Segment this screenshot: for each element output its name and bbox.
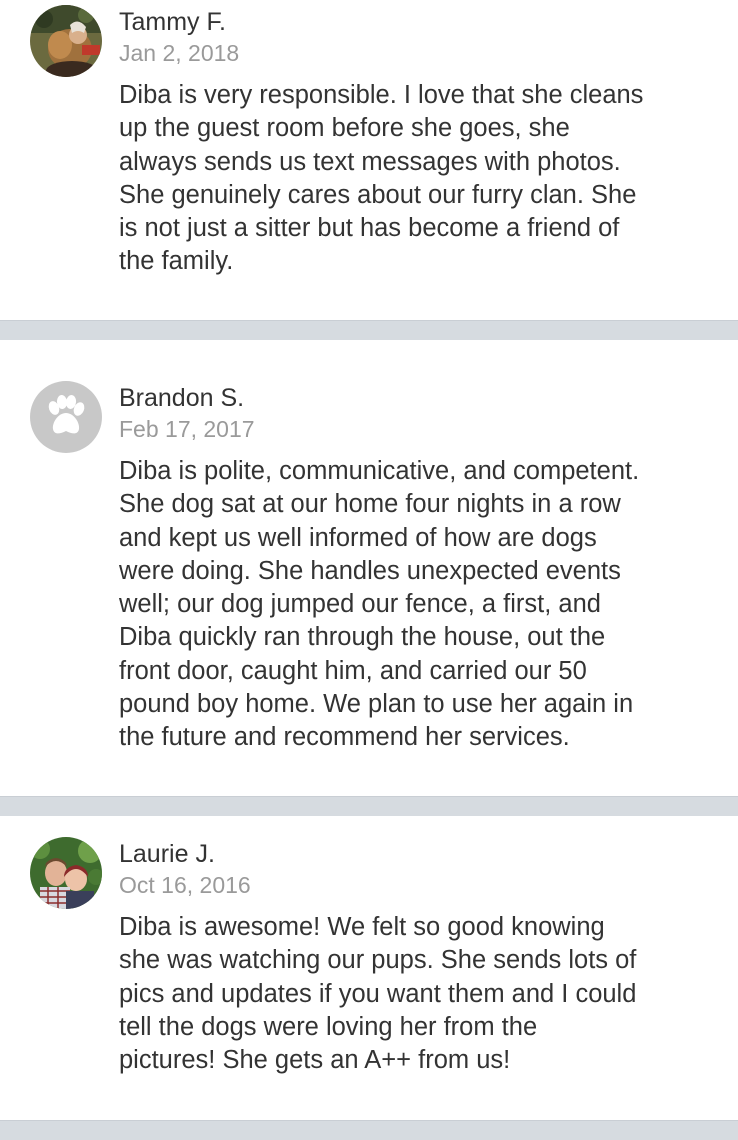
- review-date: Jan 2, 2018: [119, 40, 240, 66]
- review-author[interactable]: Laurie J.: [119, 839, 215, 869]
- review-text-line: were doing. She handles unexpected event…: [119, 556, 621, 585]
- review-separator: [0, 320, 738, 340]
- review-author[interactable]: Brandon S.: [119, 383, 244, 413]
- review-text-line: up the guest room before she goes, she: [119, 114, 570, 143]
- review-card: Brandon S. Feb 17, 2017 Diba is polite, …: [0, 340, 738, 796]
- review-text: Diba is very responsible. I love that sh…: [119, 79, 724, 279]
- review-text-line: She dog sat at our home four nights in a…: [119, 490, 621, 519]
- review-text-line: is not just a sitter but has become a fr…: [119, 214, 620, 243]
- review-feed: Tammy F. Jan 2, 2018 Diba is very respon…: [0, 0, 738, 1140]
- review-text: Diba is polite, communicative, and compe…: [119, 455, 724, 755]
- review-separator: [0, 796, 738, 816]
- review-text-line: always sends us text messages with photo…: [119, 147, 621, 176]
- user-photo: [30, 5, 102, 77]
- avatar[interactable]: [30, 5, 102, 77]
- paw-print-icon: [30, 381, 102, 453]
- review-text-line: She genuinely cares about our furry clan…: [119, 180, 637, 209]
- review-separator: [0, 1120, 738, 1140]
- review-text-line: Diba is very responsible. I love that sh…: [119, 81, 644, 109]
- avatar[interactable]: [30, 837, 102, 909]
- review-date: Oct 16, 2016: [119, 872, 251, 898]
- review-card: Laurie J. Oct 16, 2016 Diba is awesome! …: [0, 816, 738, 1120]
- review-author[interactable]: Tammy F.: [119, 7, 226, 37]
- review-text-line: pics and updates if you want them and I …: [119, 979, 637, 1008]
- review-text-line: Diba is polite, communicative, and compe…: [119, 457, 640, 485]
- review-text-line: and kept us well informed of how are dog…: [119, 523, 597, 552]
- review-text-line: the family.: [119, 247, 234, 276]
- review-text-line: pound boy home. We plan to use her again…: [119, 690, 634, 719]
- review-text-line: pictures! She gets an A++ from us!: [119, 1046, 511, 1075]
- review-text-line: the future and recommend her services.: [119, 723, 570, 752]
- review-text-line: front door, caught him, and carried our …: [119, 656, 587, 685]
- review-text: Diba is awesome! We felt so good knowing…: [119, 911, 724, 1077]
- avatar[interactable]: [30, 381, 102, 453]
- review-text-line: tell the dogs were loving her from the: [119, 1012, 538, 1041]
- review-text-line: Diba quickly ran through the house, out …: [119, 623, 606, 652]
- review-date: Feb 17, 2017: [119, 416, 255, 442]
- review-text-line: Diba is awesome! We felt so good knowing: [119, 913, 605, 941]
- review-text-line: well; our dog jumped our fence, a first,…: [119, 590, 601, 619]
- user-photo: [30, 837, 102, 909]
- review-card: Tammy F. Jan 2, 2018 Diba is very respon…: [0, 0, 738, 320]
- review-text-line: she was watching our pups. She sends lot…: [119, 946, 637, 975]
